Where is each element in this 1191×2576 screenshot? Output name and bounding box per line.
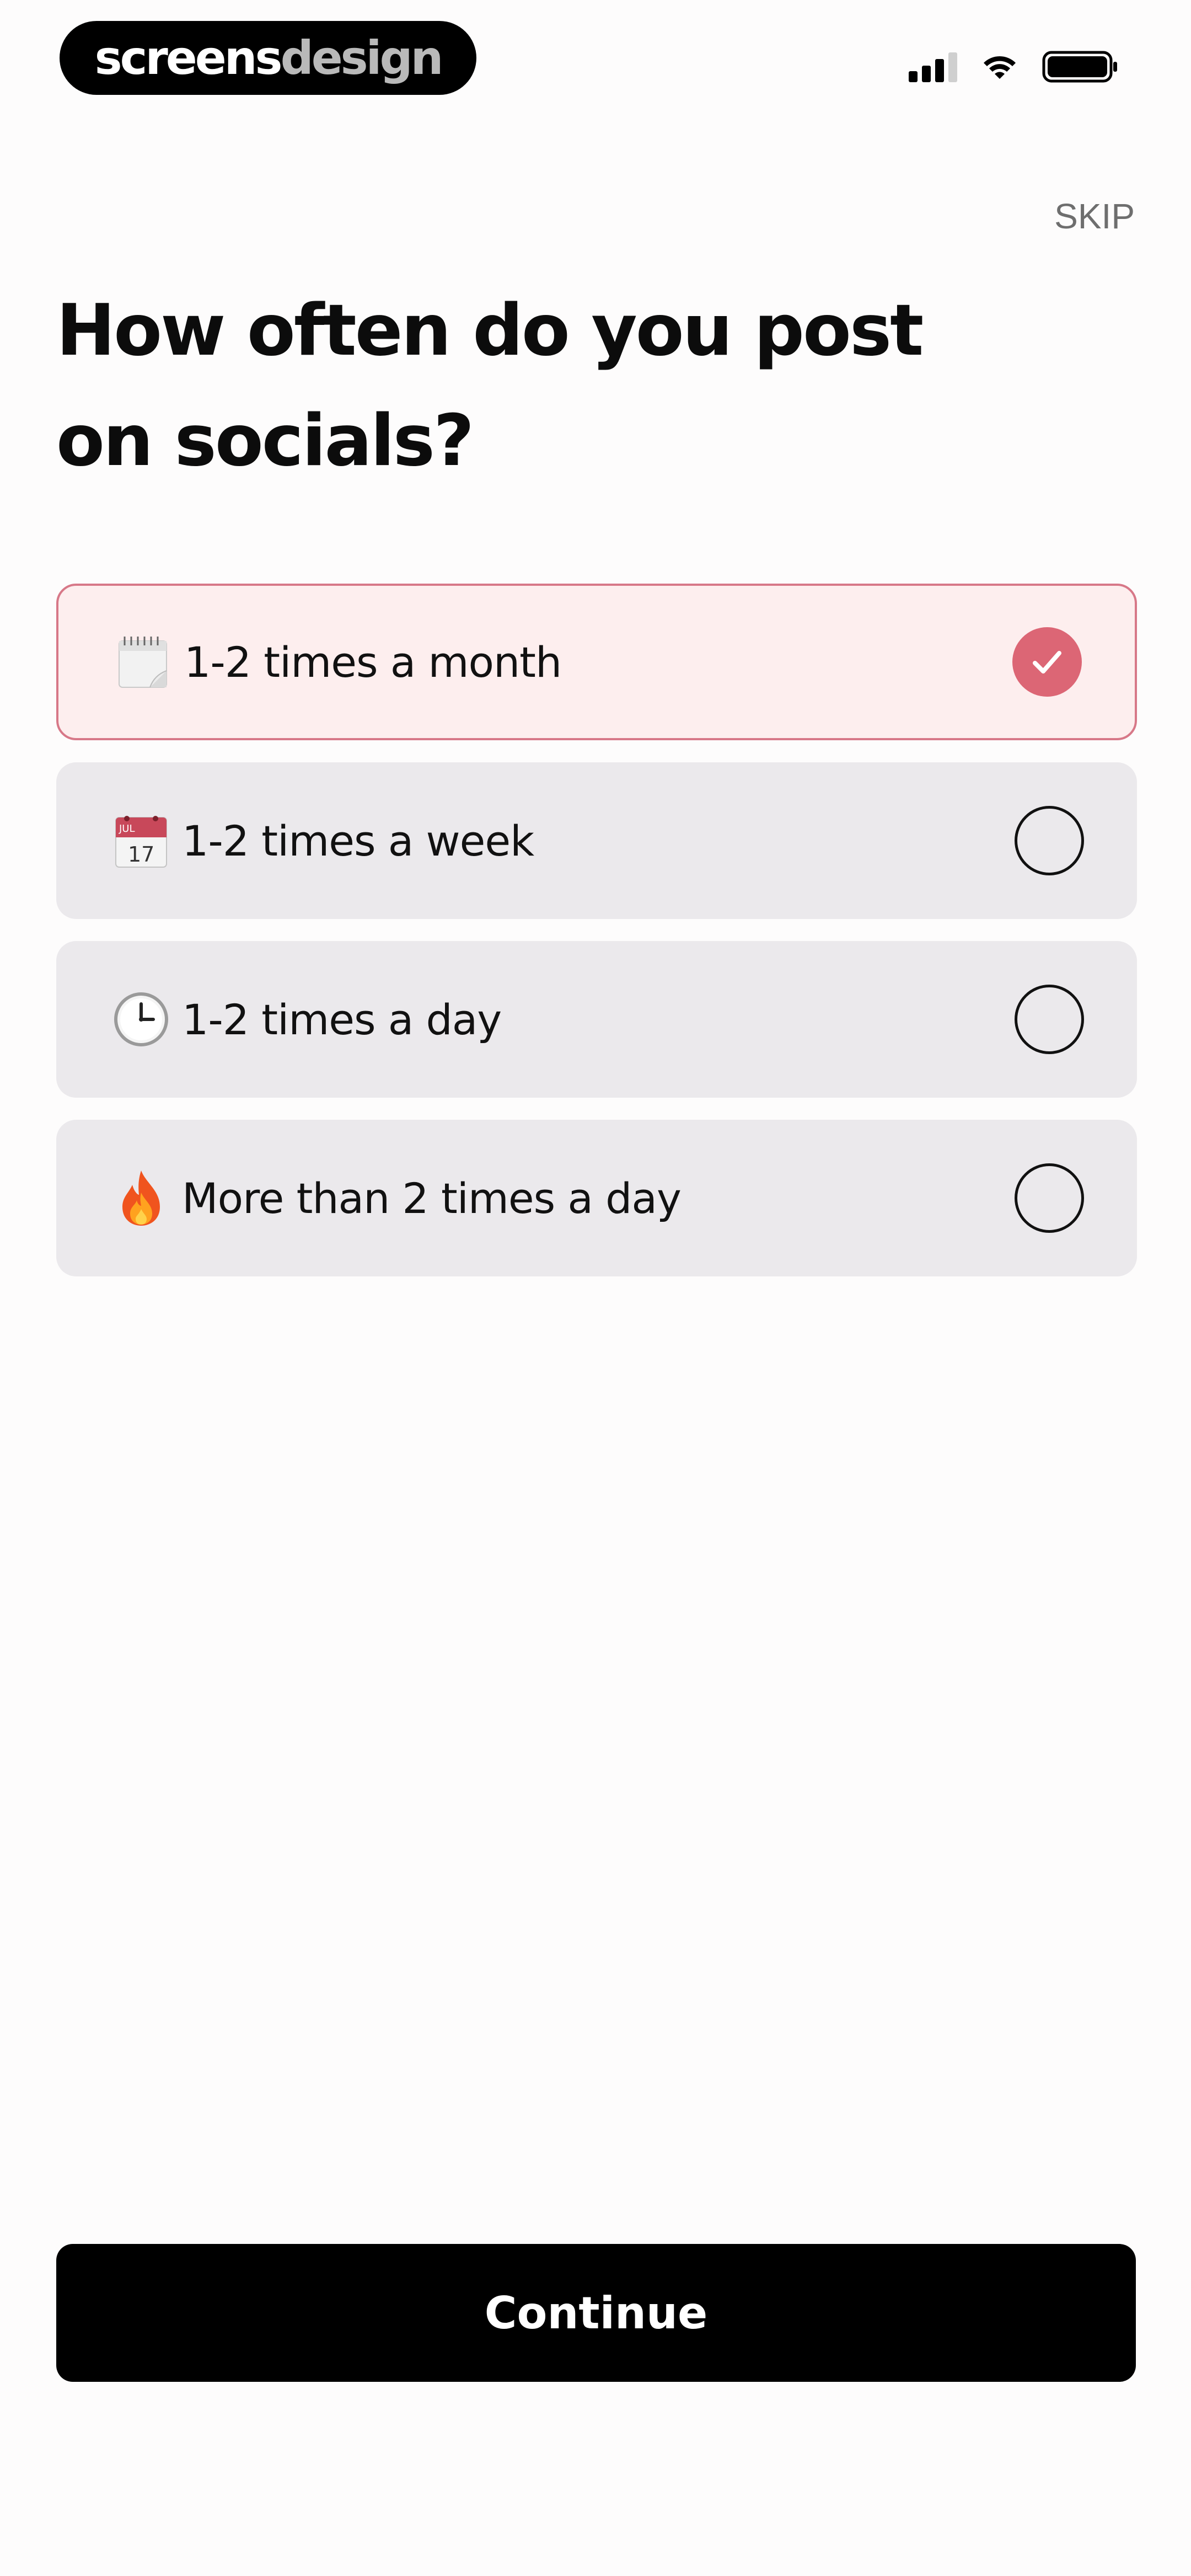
page-title-line1: How often do you post: [56, 290, 924, 372]
wifi-icon: [984, 56, 1016, 79]
calendar-day-text: 17: [128, 842, 154, 867]
status-bar: [909, 47, 1119, 86]
radio-unchecked-icon: [1015, 985, 1084, 1054]
option-1-2-times-a-day[interactable]: 1-2 times a day: [56, 941, 1137, 1098]
radio-unchecked-icon: [1015, 1163, 1084, 1233]
brand-logo-part1: screens: [94, 31, 283, 85]
brand-logo: screens design: [60, 21, 476, 95]
option-label: 1-2 times a week: [182, 816, 534, 865]
option-1-2-times-a-month[interactable]: 1-2 times a month: [56, 584, 1137, 740]
checkmark-icon: [1012, 627, 1082, 697]
options-list: 1-2 times a month JUL 17 1-2 times a wee…: [56, 584, 1137, 1298]
option-label: More than 2 times a day: [182, 1173, 682, 1223]
option-label: 1-2 times a month: [184, 637, 562, 687]
continue-button[interactable]: Continue: [56, 2244, 1136, 2382]
clock-icon: [111, 990, 171, 1049]
skip-button[interactable]: SKIP: [1054, 199, 1135, 234]
tear-off-calendar-icon: JUL 17: [111, 811, 171, 870]
radio-unchecked-icon: [1015, 806, 1084, 875]
option-1-2-times-a-week[interactable]: JUL 17 1-2 times a week: [56, 762, 1137, 919]
calendar-month-text: JUL: [119, 823, 135, 835]
onboarding-screen: screens design SKIP How often do you post…: [0, 0, 1191, 2576]
fire-icon: [111, 1168, 171, 1228]
option-label: 1-2 times a day: [182, 995, 502, 1044]
option-more-than-2-times-a-day[interactable]: More than 2 times a day: [56, 1120, 1137, 1276]
signal-icon: [909, 51, 957, 82]
page-title: How often do you post on socials?: [56, 276, 938, 496]
spiral-calendar-icon: [114, 632, 173, 692]
brand-logo-part2: design: [280, 31, 444, 85]
page-title-line2: on socials?: [56, 400, 474, 482]
battery-icon: [1042, 51, 1117, 83]
